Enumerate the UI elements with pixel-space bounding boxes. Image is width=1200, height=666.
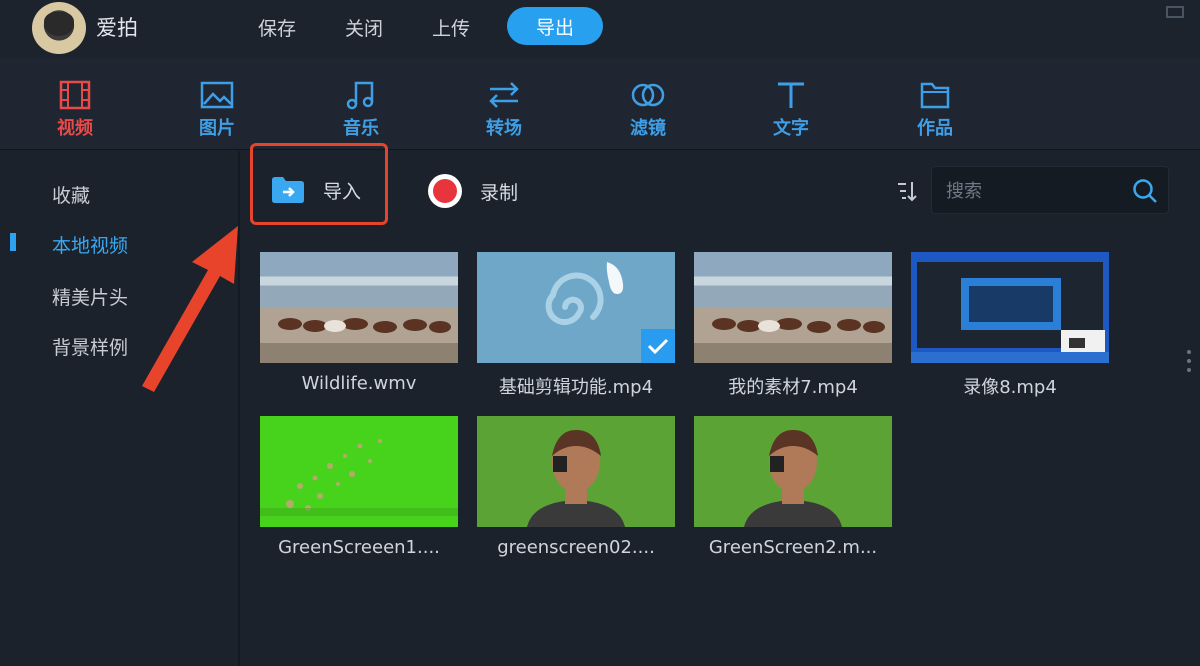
video-thumbnail-swirl: [477, 252, 675, 363]
window-restore-icon[interactable]: [1166, 6, 1184, 18]
active-indicator: [10, 233, 16, 251]
sidebar-item-local-video[interactable]: 本地视频: [52, 231, 128, 258]
media-item-name: GreenScreen2.m...: [708, 537, 878, 558]
transition-arrows-icon: [489, 82, 519, 108]
video-thumbnail-green-particles: [260, 416, 458, 527]
tab-filter[interactable]: 滤镜: [608, 80, 688, 140]
close-button[interactable]: 关闭: [345, 14, 383, 41]
record-button[interactable]: 录制: [428, 174, 518, 208]
media-item-name: Wildlife.wmv: [301, 373, 417, 394]
selected-checkmark-icon[interactable]: [641, 329, 675, 363]
import-folder-icon: [272, 177, 304, 203]
tab-video-label: 视频: [57, 118, 93, 139]
media-item-name: 基础剪辑功能.mp4: [498, 377, 654, 398]
media-item[interactable]: Wildlife.wmv: [260, 252, 458, 394]
record-label: 录制: [480, 181, 519, 204]
video-thumbnail-screen-recording: [911, 252, 1109, 363]
search-input[interactable]: [946, 179, 1116, 203]
media-item-name: 录像8.mp4: [963, 377, 1057, 398]
tab-works-label: 作品: [917, 118, 953, 139]
sidebar-item-favorites[interactable]: 收藏: [52, 181, 90, 208]
video-thumbnail-green-person: [694, 416, 892, 527]
sidebar-item-backgrounds[interactable]: 背景样例: [52, 333, 128, 360]
image-icon: [200, 81, 234, 109]
media-item[interactable]: greenscreen02....: [477, 416, 675, 558]
search-box: [931, 166, 1169, 214]
media-item[interactable]: 录像8.mp4: [911, 252, 1109, 399]
tab-filter-label: 滤镜: [630, 118, 666, 139]
import-button[interactable]: 导入: [250, 143, 388, 225]
upload-button[interactable]: 上传: [432, 14, 470, 41]
media-item-name: greenscreen02....: [497, 537, 655, 558]
import-label: 导入: [323, 180, 362, 203]
tab-works[interactable]: 作品: [895, 80, 975, 140]
tab-text[interactable]: 文字: [751, 80, 831, 140]
sidebar-item-intros[interactable]: 精美片头: [52, 283, 128, 310]
record-icon: [428, 174, 462, 208]
music-note-icon: [346, 81, 374, 110]
text-t-icon: [778, 82, 804, 108]
scroll-handle[interactable]: [1187, 350, 1191, 372]
filter-circles-icon: [631, 83, 665, 107]
media-item[interactable]: 基础剪辑功能.mp4: [477, 252, 675, 399]
media-item[interactable]: GreenScreeen1....: [260, 416, 458, 558]
annotation-arrow-icon: [142, 226, 238, 392]
folder-icon: [920, 82, 950, 109]
title-bar: 爱拍 保存 关闭 上传 导出: [0, 0, 1200, 58]
save-button[interactable]: 保存: [258, 14, 296, 41]
export-button[interactable]: 导出: [507, 7, 603, 45]
media-item-name: 我的素材7.mp4: [728, 377, 858, 398]
tab-text-label: 文字: [773, 118, 809, 139]
search-icon[interactable]: [1132, 178, 1158, 204]
film-icon: [59, 80, 91, 110]
video-thumbnail-green-person: [477, 416, 675, 527]
video-thumbnail-horses: [260, 252, 458, 363]
tab-video[interactable]: 视频: [35, 80, 115, 140]
tab-transition[interactable]: 转场: [464, 80, 544, 140]
video-thumbnail-horses: [694, 252, 892, 363]
tab-music-label: 音乐: [343, 118, 379, 139]
tab-image[interactable]: 图片: [177, 80, 257, 140]
media-item[interactable]: 我的素材7.mp4: [694, 252, 892, 399]
media-item[interactable]: GreenScreen2.m...: [694, 416, 892, 558]
tab-music[interactable]: 音乐: [321, 80, 401, 140]
sort-icon[interactable]: [896, 180, 918, 202]
tab-transition-label: 转场: [486, 118, 522, 139]
media-type-toolbar: 视频 图片 音乐 转场 滤镜 文字 作品: [0, 58, 1200, 150]
app-logo: [32, 2, 86, 54]
tab-image-label: 图片: [199, 118, 235, 139]
app-name: 爱拍: [96, 16, 138, 40]
media-item-name: GreenScreeen1....: [278, 537, 440, 558]
